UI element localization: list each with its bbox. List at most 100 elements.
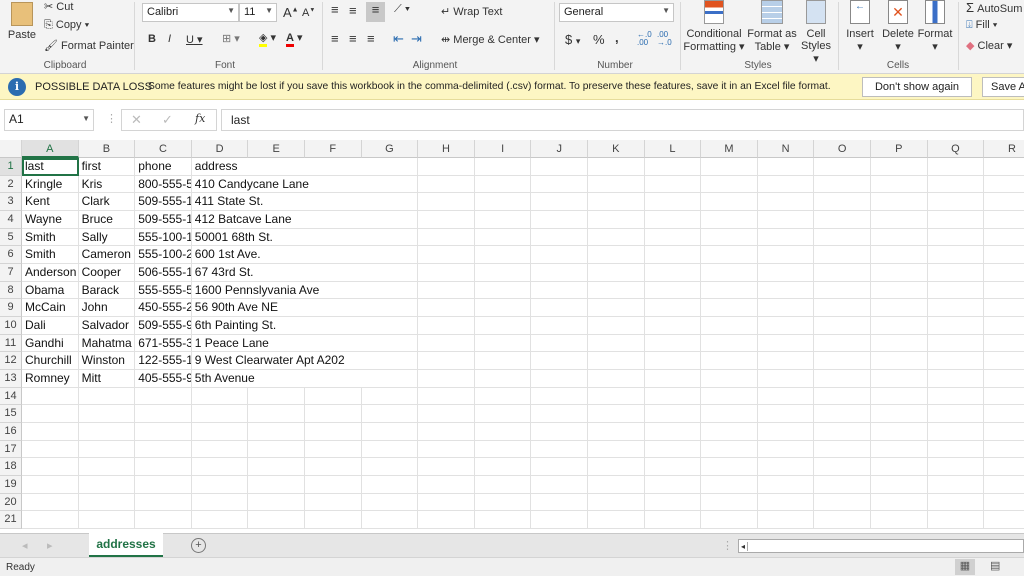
cell[interactable] (871, 246, 928, 264)
scroll-tabs-left-icon[interactable]: ◂ (22, 539, 28, 552)
cell[interactable] (418, 281, 475, 300)
cell[interactable] (871, 193, 928, 211)
cell[interactable] (474, 246, 532, 264)
row-header[interactable]: 2 (0, 175, 22, 194)
cell[interactable] (984, 405, 1024, 424)
cell[interactable] (814, 334, 871, 353)
cell[interactable] (361, 423, 419, 441)
cell[interactable] (701, 317, 758, 335)
cell[interactable] (644, 158, 702, 176)
row-header[interactable]: 16 (0, 423, 22, 441)
row-header[interactable]: 15 (0, 405, 22, 424)
column-header-N[interactable]: N (757, 140, 815, 158)
cell[interactable]: Wayne (22, 211, 79, 229)
cell[interactable] (588, 281, 645, 300)
column-header-B[interactable]: B (78, 140, 136, 158)
cell[interactable] (927, 228, 985, 247)
bottom-align-icon[interactable]: ≡ (366, 2, 385, 22)
row-header[interactable]: 12 (0, 352, 22, 371)
cell[interactable] (361, 299, 419, 318)
fill-color-icon[interactable]: ◈ ▾ (259, 31, 276, 47)
cell[interactable] (701, 405, 758, 424)
cell[interactable] (701, 158, 758, 176)
cell[interactable] (361, 228, 419, 247)
cell[interactable]: first (78, 158, 136, 176)
cell[interactable] (135, 440, 192, 459)
cell[interactable]: Salvador (78, 317, 136, 335)
cell[interactable] (418, 387, 475, 406)
cell[interactable] (757, 158, 815, 176)
cell[interactable] (418, 352, 475, 371)
middle-align-icon[interactable]: ≡ (349, 3, 357, 18)
cell[interactable] (927, 352, 985, 371)
cell[interactable] (757, 458, 815, 477)
cell[interactable] (418, 440, 475, 459)
cell[interactable] (871, 493, 928, 512)
scroll-left-icon[interactable]: ◂ (739, 542, 749, 551)
cell[interactable] (757, 281, 815, 300)
cell[interactable] (248, 440, 305, 459)
cell[interactable] (984, 352, 1024, 371)
cell[interactable] (305, 405, 362, 424)
comma-button[interactable]: , (615, 30, 619, 45)
cell[interactable] (871, 317, 928, 335)
cell[interactable]: 509-555-9 (135, 317, 192, 335)
cell[interactable] (814, 299, 871, 318)
cell[interactable] (361, 493, 419, 512)
italic-button[interactable]: I (168, 33, 171, 45)
cell[interactable]: 9 West Clearwater Apt A202 (191, 352, 362, 371)
cell[interactable] (361, 405, 419, 424)
cell[interactable]: 122-555-1 (135, 352, 192, 371)
cell[interactable] (361, 158, 419, 176)
cell[interactable] (757, 476, 815, 494)
cell[interactable] (474, 440, 532, 459)
cell[interactable] (701, 493, 758, 512)
cell[interactable] (757, 387, 815, 406)
cell[interactable] (927, 458, 985, 477)
cell[interactable] (814, 246, 871, 264)
cell[interactable] (701, 228, 758, 247)
cell[interactable] (588, 158, 645, 176)
row-header[interactable]: 9 (0, 299, 22, 318)
cell[interactable] (927, 387, 985, 406)
cell[interactable] (984, 423, 1024, 441)
cell[interactable] (701, 387, 758, 406)
cell[interactable] (191, 511, 249, 530)
cell[interactable] (814, 440, 871, 459)
cell[interactable] (588, 370, 645, 388)
cell[interactable] (191, 405, 249, 424)
cell[interactable]: 410 Candycane Lane (191, 175, 362, 194)
cell[interactable] (871, 228, 928, 247)
cell[interactable] (984, 370, 1024, 388)
cell[interactable]: Dali (22, 317, 79, 335)
row-header[interactable]: 11 (0, 334, 22, 353)
cell[interactable] (757, 211, 815, 229)
cell[interactable] (871, 458, 928, 477)
cell[interactable] (984, 176, 1024, 194)
cell[interactable] (531, 493, 588, 512)
cell[interactable] (361, 211, 419, 229)
cell[interactable] (78, 440, 136, 459)
row-header[interactable]: 6 (0, 246, 22, 264)
cell[interactable] (588, 246, 645, 264)
row-header[interactable]: 8 (0, 281, 22, 300)
cell[interactable] (531, 193, 588, 211)
cell[interactable] (701, 370, 758, 388)
cell[interactable] (135, 458, 192, 477)
cell[interactable] (191, 493, 249, 512)
conditional-formatting-button[interactable]: Conditional Formatting ▾ (683, 0, 745, 53)
cell[interactable] (701, 352, 758, 371)
cell[interactable] (757, 228, 815, 247)
cell[interactable] (927, 440, 985, 459)
cell[interactable] (644, 211, 702, 229)
cell[interactable]: Churchill (22, 352, 79, 371)
cell[interactable] (531, 476, 588, 494)
cell[interactable] (984, 193, 1024, 211)
cell[interactable] (984, 211, 1024, 229)
cell[interactable]: 671-555-3 (135, 334, 192, 353)
column-header-J[interactable]: J (531, 140, 588, 158)
cell[interactable] (588, 211, 645, 229)
cell[interactable] (531, 352, 588, 371)
cell[interactable]: Cooper (78, 264, 136, 282)
column-header-M[interactable]: M (701, 140, 758, 158)
